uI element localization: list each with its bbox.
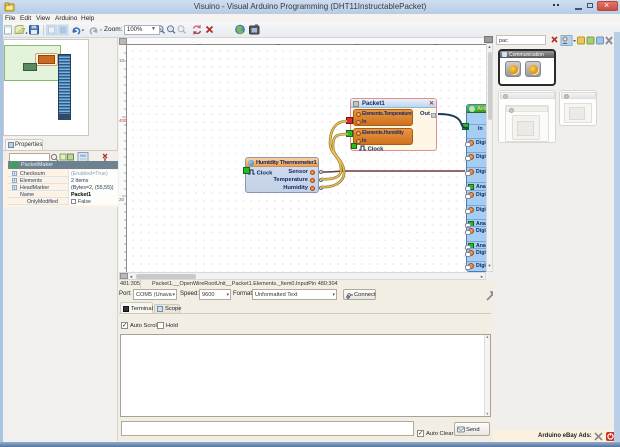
svg-text:20: 20 [119, 197, 125, 202]
svg-text:400: 400 [119, 118, 127, 123]
svg-text:10: 10 [119, 58, 125, 63]
